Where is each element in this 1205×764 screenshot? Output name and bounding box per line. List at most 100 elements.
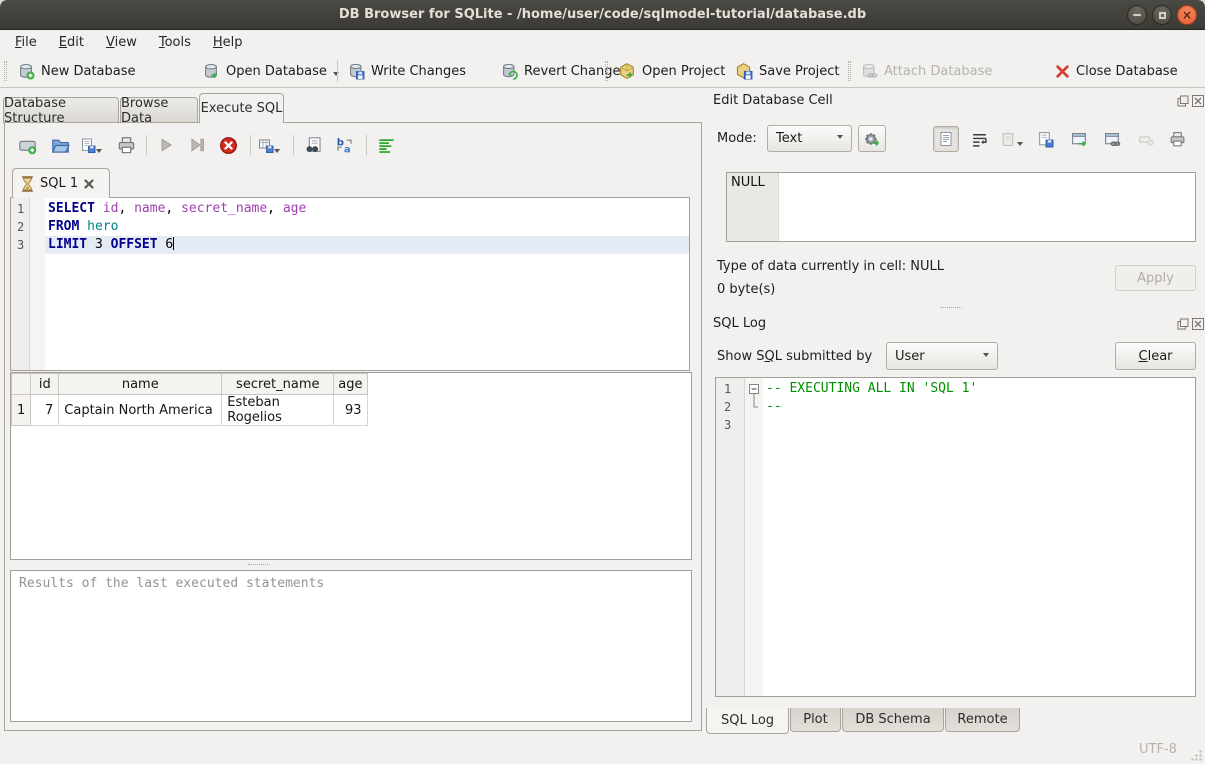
menu-edit[interactable]: Edit — [48, 33, 95, 52]
fold-margin[interactable] — [30, 198, 45, 370]
print-cell-button[interactable] — [1164, 126, 1190, 152]
attach-database-button[interactable]: Attach Database — [860, 58, 992, 84]
sql-document-tab[interactable]: SQL 1 — [12, 168, 110, 198]
new-database-button[interactable]: New Database — [17, 58, 136, 84]
sql-editor[interactable]: 1 2 3 SELECT id, name, secret_name, age … — [10, 197, 690, 371]
print-button[interactable] — [115, 134, 137, 156]
cell-secret-name[interactable]: Esteban Rogelios — [222, 395, 334, 426]
link-icon — [1104, 131, 1121, 148]
toolbar-separator — [366, 135, 367, 155]
write-changes-button[interactable]: Write Changes — [347, 58, 466, 84]
bottom-tab-sql-log[interactable]: SQL Log — [706, 708, 789, 734]
column-header-id[interactable]: id — [31, 374, 59, 395]
minimize-button[interactable] — [1127, 5, 1147, 25]
float-dock-button[interactable] — [1176, 94, 1190, 108]
splitter-handle[interactable] — [940, 307, 962, 311]
log-code-area[interactable]: -- EXECUTING ALL IN 'SQL 1' -- — [763, 378, 1195, 696]
open-project-label: Open Project — [642, 64, 725, 79]
mode-label: Mode: — [717, 131, 757, 146]
bottom-tab-remote[interactable]: Remote — [945, 708, 1020, 732]
execution-status-box[interactable]: Results of the last executed statements — [10, 570, 692, 722]
float-dock-button[interactable] — [1176, 317, 1190, 331]
cell-id[interactable]: 7 — [31, 395, 59, 426]
float-icon — [1177, 95, 1189, 107]
save-results-dropdown-arrow[interactable] — [274, 149, 280, 156]
fold-marker-icon[interactable] — [745, 380, 763, 420]
close-tab-icon[interactable] — [84, 179, 94, 189]
sql-log-editor[interactable]: 1 2 3 -- EXECUTING ALL IN 'SQL 1' -- — [715, 377, 1196, 697]
close-dock-button[interactable] — [1191, 317, 1205, 331]
save-results-button[interactable] — [258, 134, 280, 156]
results-grid[interactable]: id name secret_name age 1 7 Captain Nort… — [10, 372, 692, 560]
find-replace-button[interactable]: b a — [333, 134, 355, 156]
cell-name[interactable]: Captain North America — [59, 395, 222, 426]
maximize-button[interactable] — [1152, 5, 1172, 25]
save-sql-dropdown-arrow[interactable] — [96, 149, 102, 156]
open-database-button[interactable]: Open Database — [202, 58, 339, 84]
tab-execute-sql[interactable]: Execute SQL — [199, 93, 284, 123]
column-header-name[interactable]: name — [59, 374, 222, 395]
printer-icon — [1169, 131, 1186, 148]
attach-database-icon — [860, 62, 878, 80]
float-icon — [1177, 318, 1189, 330]
text-mode-button[interactable] — [933, 126, 959, 152]
row-header[interactable]: 1 — [12, 395, 31, 426]
copy-link-button[interactable] — [1099, 126, 1125, 152]
sql-line-2: FROM hero — [45, 218, 689, 236]
find-button[interactable] — [302, 134, 324, 156]
stop-execution-button[interactable] — [217, 134, 239, 156]
cell-age[interactable]: 93 — [334, 395, 367, 426]
log-fold-margin[interactable] — [745, 378, 763, 696]
stop-icon — [219, 136, 238, 155]
close-button[interactable]: × — [1177, 5, 1197, 25]
close-database-button[interactable]: Close Database — [1055, 58, 1178, 84]
resize-grip[interactable] — [1190, 749, 1203, 762]
column-header-secret-name[interactable]: secret_name — [222, 374, 334, 395]
import-data-button[interactable] — [998, 126, 1024, 152]
tab-browse-data[interactable]: Browse Data — [120, 97, 198, 123]
word-wrap-button[interactable] — [966, 126, 992, 152]
execute-all-button[interactable] — [155, 134, 177, 156]
panel-splitter-handle[interactable] — [701, 392, 705, 430]
toolbar-drag-handle[interactable] — [4, 61, 7, 81]
save-project-label: Save Project — [759, 64, 840, 79]
apply-button[interactable]: Apply — [1115, 265, 1196, 291]
bottom-tab-plot[interactable]: Plot — [790, 708, 841, 732]
column-header-age[interactable]: age — [334, 374, 367, 395]
log-line-2: -- — [763, 398, 1195, 416]
menu-help[interactable]: Help — [202, 33, 254, 52]
open-in-external-button[interactable] — [1066, 126, 1092, 152]
write-changes-icon — [347, 62, 365, 80]
clear-log-button[interactable]: Clear — [1115, 342, 1196, 370]
menu-view[interactable]: View — [95, 33, 148, 52]
auto-switch-mode-button[interactable] — [858, 125, 886, 152]
save-project-button[interactable]: Save Project — [735, 58, 840, 84]
format-sql-button[interactable] — [375, 134, 397, 156]
toolbar-drag-handle[interactable] — [605, 61, 608, 81]
execute-current-line-button[interactable] — [186, 134, 208, 156]
revert-changes-button[interactable]: Revert Changes — [500, 58, 627, 84]
log-line-3 — [763, 416, 1195, 434]
mode-select[interactable]: Text — [767, 125, 852, 152]
toolbar-separator — [293, 135, 294, 155]
open-new-tab-button[interactable] — [16, 134, 38, 156]
save-sql-file-button[interactable] — [80, 134, 102, 156]
menu-file[interactable]: File — [4, 33, 48, 52]
set-null-button[interactable] — [1133, 126, 1159, 152]
toolbar-drag-handle[interactable] — [848, 61, 851, 81]
close-dock-button[interactable] — [1191, 94, 1205, 108]
cell-value-editor[interactable]: NULL — [726, 172, 1196, 242]
menu-tools[interactable]: Tools — [148, 33, 202, 52]
log-filter-select[interactable]: User — [886, 342, 998, 370]
corner-header[interactable] — [12, 374, 31, 395]
encoding-indicator[interactable]: UTF-8 — [1139, 742, 1177, 757]
splitter-handle[interactable] — [248, 564, 270, 568]
tab-database-structure[interactable]: Database Structure — [3, 97, 119, 123]
text-document-icon — [938, 131, 954, 147]
export-data-button[interactable] — [1032, 126, 1058, 152]
save-file-icon — [1037, 131, 1054, 148]
sql-code-area[interactable]: SELECT id, name, secret_name, age FROM h… — [45, 198, 689, 370]
bottom-tab-db-schema[interactable]: DB Schema — [842, 708, 944, 732]
open-project-button[interactable]: Open Project — [618, 58, 725, 84]
open-sql-file-button[interactable] — [49, 134, 71, 156]
